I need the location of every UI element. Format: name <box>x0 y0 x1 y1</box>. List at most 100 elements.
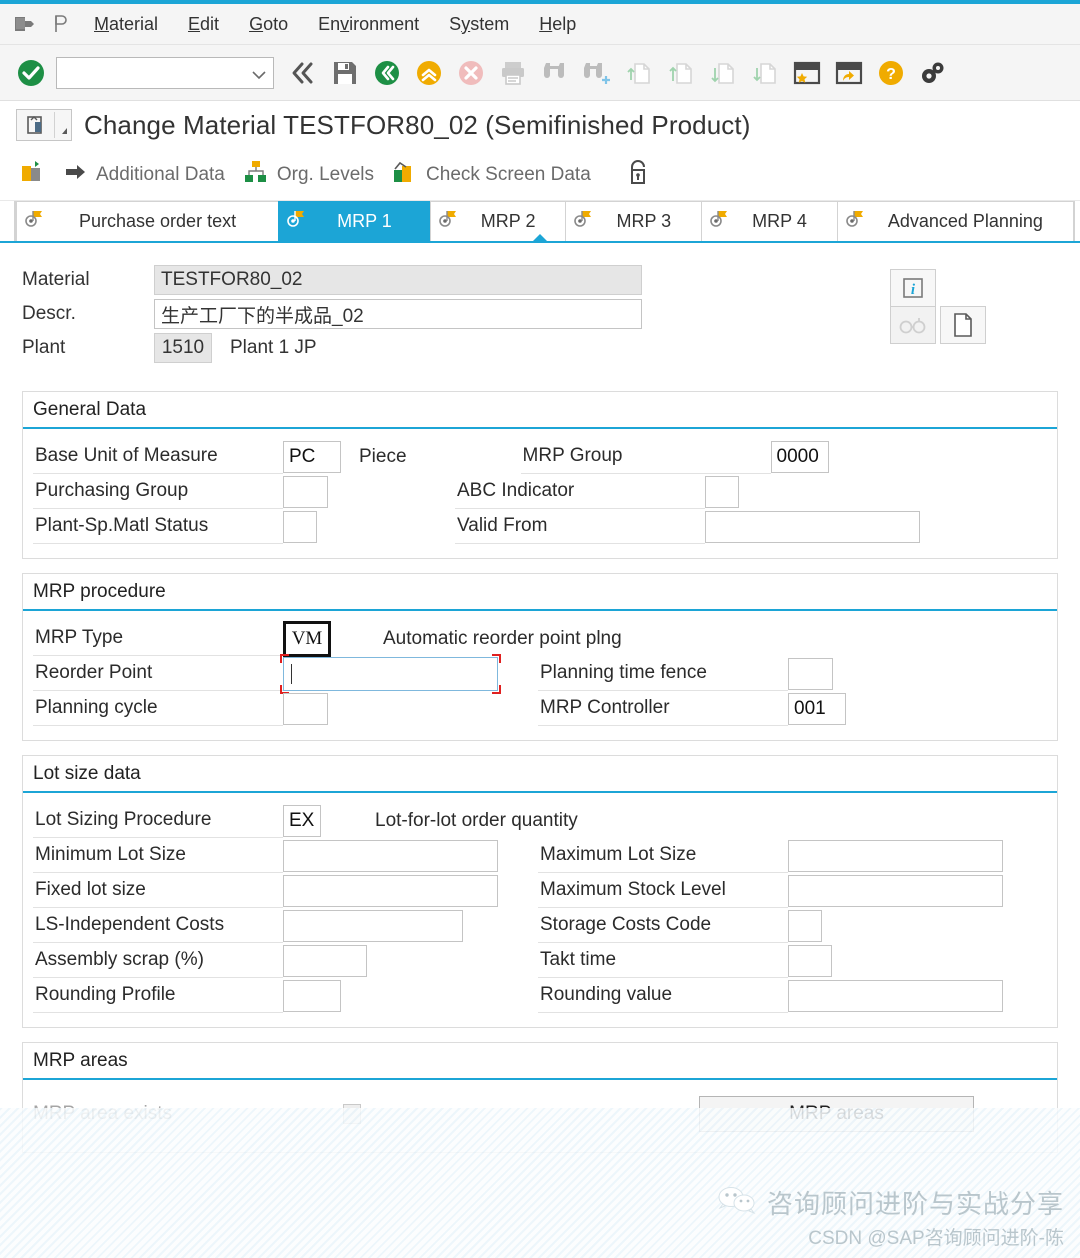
tab-mrp-4[interactable]: MRP 4 <box>701 201 838 241</box>
command-field[interactable] <box>56 56 274 89</box>
watermark-line-1: 咨询顾问进阶与实战分享 <box>766 1189 1064 1219</box>
valid-from-field[interactable] <box>705 510 920 543</box>
menu-item-edit[interactable]: Edit <box>174 10 233 39</box>
info-icon[interactable]: i <box>889 269 936 307</box>
takt-time-field[interactable] <box>788 944 832 977</box>
menu-item-system[interactable]: System <box>435 10 523 39</box>
lot-sizing-procedure-field[interactable]: EX <box>283 804 321 837</box>
menu-item-goto[interactable]: Goto <box>235 10 302 39</box>
tab-page-icon <box>574 210 594 233</box>
mrp-areas-title: MRP areas <box>23 1042 1057 1080</box>
descr-field[interactable]: 生产工厂下的半成品_02 <box>154 299 642 329</box>
help-icon[interactable]: ? <box>870 52 912 94</box>
back-double-icon[interactable] <box>282 52 324 94</box>
create-shortcut-icon[interactable] <box>828 52 870 94</box>
create-favorite-icon[interactable] <box>786 52 828 94</box>
menu-item-help[interactable]: Help <box>525 10 590 39</box>
tab-strip: Purchase order text MRP 1 MRP 2 MRP 3 MR… <box>0 201 1080 243</box>
maximum-lot-size-field[interactable] <box>788 839 1003 872</box>
planning-cycle-field[interactable] <box>283 692 328 725</box>
additional-data-button[interactable]: Additional Data <box>58 158 237 191</box>
ls-independent-costs-field[interactable] <box>283 909 463 942</box>
assembly-scrap-label: Assembly scrap (%) <box>33 943 283 978</box>
arrow-right-icon <box>64 162 88 187</box>
material-change-icon[interactable] <box>16 109 72 141</box>
rounding-value-field[interactable] <box>788 979 1003 1012</box>
valid-from-label: Valid From <box>455 509 705 544</box>
select-views-button[interactable] <box>14 155 58 194</box>
mrp-group-field[interactable]: 0000 <box>770 440 829 473</box>
watermark-line-2: CSDN @SAP咨询顾问进阶-陈 <box>808 1228 1064 1249</box>
form-row: Base Unit of Measure PC Piece MRP Group … <box>33 439 1047 474</box>
plant-sp-matl-status-label: Plant-Sp.Matl Status <box>33 509 283 544</box>
lot-sizing-procedure-text: Lot-for-lot order quantity <box>375 809 578 831</box>
header-icon-group: i <box>889 269 986 344</box>
org-levels-button[interactable]: Org. Levels <box>237 156 386 193</box>
plant-label: Plant <box>22 337 66 358</box>
reorder-point-field[interactable] <box>280 653 501 694</box>
document-icon[interactable] <box>940 306 986 344</box>
assembly-scrap-field[interactable] <box>283 944 367 977</box>
mrp-type-field[interactable]: VM <box>283 620 331 657</box>
glasses-icon[interactable] <box>889 306 936 344</box>
select-views-icon <box>20 159 46 190</box>
minimum-lot-size-field[interactable] <box>283 839 498 872</box>
menu-item-material[interactable]: Material <box>80 10 172 39</box>
command-input[interactable] <box>57 57 273 88</box>
purchasing-group-field[interactable] <box>283 475 328 508</box>
form-row: Planning cycle MRP Controller 001 <box>33 691 1047 726</box>
sap-logo-icon[interactable] <box>8 9 42 39</box>
maximum-stock-level-label: Maximum Stock Level <box>538 873 788 908</box>
next-page-icon <box>702 52 744 94</box>
form-row: Lot Sizing Procedure EX Lot-for-lot orde… <box>33 803 1047 838</box>
exit-yellow-icon[interactable] <box>408 52 450 94</box>
tab-mrp-1[interactable]: MRP 1 <box>278 201 549 243</box>
back-green-icon[interactable] <box>366 52 408 94</box>
form-row: Assembly scrap (%) Takt time <box>33 943 1047 978</box>
menu-item-environment[interactable]: Environment <box>304 10 433 39</box>
general-data-group: General Data Base Unit of Measure PC Pie… <box>22 391 1058 559</box>
cancel-red-icon[interactable] <box>450 52 492 94</box>
plant-description: Plant 1 JP <box>230 337 317 358</box>
plant-field[interactable]: 1510 <box>154 333 212 363</box>
check-screen-data-button[interactable]: Check Screen Data <box>386 156 603 193</box>
mrp-type-text: Automatic reorder point plng <box>383 627 622 649</box>
fixed-lot-size-field[interactable] <box>283 874 498 907</box>
screen-title-row: Change Material TESTFOR80_02 (Semifinish… <box>0 101 1080 149</box>
tab-label: Purchase order text <box>79 211 237 231</box>
customize-local-layout-icon[interactable] <box>912 52 954 94</box>
tab-mrp-3[interactable]: MRP 3 <box>565 201 703 241</box>
tab-purchase-order-text[interactable]: Purchase order text <box>16 201 280 241</box>
rounding-profile-field[interactable] <box>283 979 341 1012</box>
mrp-controller-field[interactable]: 001 <box>788 692 846 725</box>
abc-indicator-field[interactable] <box>705 475 739 508</box>
planning-time-fence-field[interactable] <box>788 657 833 690</box>
base-unit-of-measure-field[interactable]: PC <box>283 440 341 473</box>
maximum-stock-level-field[interactable] <box>788 874 1003 907</box>
form-row: LS-Independent Costs Storage Costs Code <box>33 908 1047 943</box>
storage-costs-code-field[interactable] <box>788 909 822 942</box>
tab-page-icon <box>25 210 45 233</box>
tab-advanced-planning[interactable]: Advanced Planning <box>836 201 1074 241</box>
lock-button[interactable] <box>621 155 661 194</box>
chevron-down-icon[interactable] <box>252 67 266 85</box>
mrp-group-label: MRP Group <box>520 439 771 474</box>
page-title: Change Material TESTFOR80_02 (Semifinish… <box>84 109 751 140</box>
pin-icon[interactable] <box>44 9 78 39</box>
save-icon[interactable] <box>324 52 366 94</box>
form-row: Fixed lot size Maximum Stock Level <box>33 873 1047 908</box>
rounding-value-label: Rounding value <box>538 978 788 1013</box>
base-unit-of-measure-label: Base Unit of Measure <box>33 439 283 474</box>
plant-sp-matl-status-field[interactable] <box>283 510 317 543</box>
tab-label: MRP 4 <box>752 211 807 231</box>
org-levels-label: Org. Levels <box>276 163 375 185</box>
general-data-title: General Data <box>23 391 1057 429</box>
lot-size-data-title: Lot size data <box>23 755 1057 793</box>
fixed-lot-size-label: Fixed lot size <box>33 873 283 908</box>
find-icon[interactable] <box>534 52 576 94</box>
enter-check-icon[interactable] <box>10 52 52 94</box>
material-field[interactable]: TESTFOR80_02 <box>154 265 642 295</box>
tab-label: Advanced Planning <box>887 211 1043 231</box>
svg-text:?: ? <box>886 66 896 83</box>
find-next-icon[interactable] <box>576 52 618 94</box>
